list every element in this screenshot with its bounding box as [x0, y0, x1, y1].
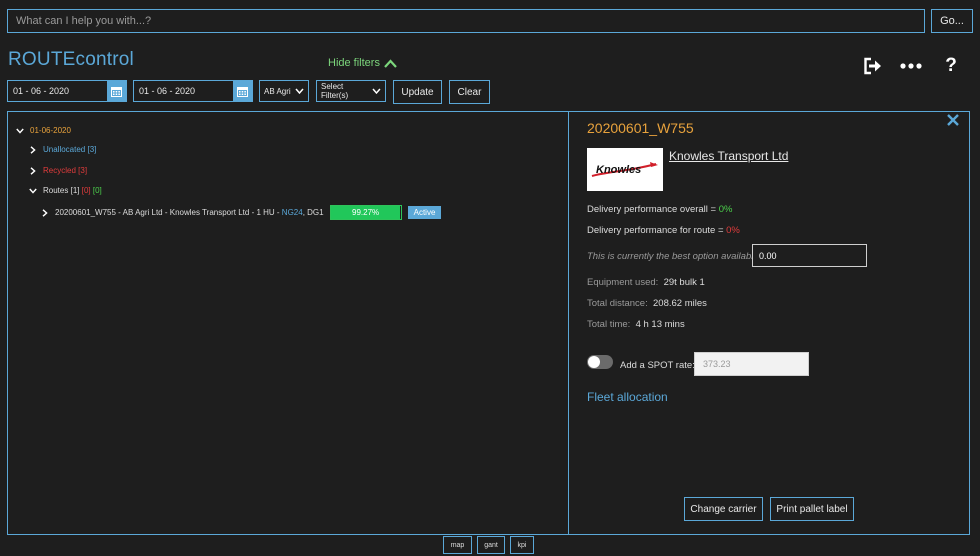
distance-value: 208.62 miles — [653, 298, 707, 309]
clear-button[interactable]: Clear — [449, 80, 490, 104]
chevron-down-icon — [16, 128, 24, 134]
time-row: Total time: 4 h 13 mins — [587, 319, 685, 330]
route-detail-title: 20200601_W755 — [587, 120, 694, 136]
go-button[interactable]: Go... — [931, 9, 973, 33]
toggle-knob — [588, 356, 600, 368]
company-select[interactable]: AB Agri — [259, 80, 309, 102]
tree-recycled-node[interactable]: Recycled [3] — [29, 166, 87, 175]
time-value: 4 h 13 mins — [635, 319, 685, 330]
date-from-field[interactable]: 01 - 06 - 2020 — [7, 80, 127, 102]
route-tree-panel: 01-06-2020 Unallocated [3] Recycled [3] … — [7, 111, 569, 535]
equipment-row: Equipment used: 29t bulk 1 — [587, 277, 705, 288]
logout-icon[interactable] — [862, 56, 884, 76]
best-option-input[interactable]: 0.00 — [752, 244, 867, 267]
change-carrier-button[interactable]: Change carrier — [684, 497, 763, 521]
carrier-logo: Knowles — [587, 148, 663, 191]
chevron-down-icon — [372, 88, 381, 94]
filter-select[interactable]: Select Filter(s) — [316, 80, 386, 102]
update-button[interactable]: Update — [393, 80, 442, 104]
date-to-value: 01 - 06 - 2020 — [139, 86, 196, 96]
route-item-suffix: , DG1 — [302, 208, 324, 217]
company-select-value: AB Agri — [264, 86, 291, 96]
tree-date-node[interactable]: 01-06-2020 — [16, 126, 71, 135]
chevron-right-icon — [42, 208, 48, 217]
date-to-field[interactable]: 01 - 06 - 2020 — [133, 80, 253, 102]
date-from-value: 01 - 06 - 2020 — [13, 86, 70, 96]
fleet-allocation-link[interactable]: Fleet allocation — [587, 390, 668, 404]
perf-overall-value: 0% — [718, 204, 733, 215]
hide-filters-label: Hide filters — [328, 57, 380, 69]
tree-route-item[interactable]: 20200601_W755 - AB Agri Ltd - Knowles Tr… — [41, 205, 442, 220]
time-label: Total time: — [587, 319, 631, 330]
equipment-value: 29t bulk 1 — [663, 277, 705, 288]
tree-routes-label: Routes — [43, 186, 69, 195]
help-icon[interactable]: ? — [940, 55, 962, 76]
perf-overall-label: Delivery performance overall = — [587, 204, 717, 215]
app-title: ROUTEcontrol — [8, 49, 134, 70]
route-progress-label: 99.27% — [352, 208, 380, 217]
chevron-down-icon — [29, 188, 37, 194]
carrier-name-link[interactable]: Knowles Transport Ltd — [669, 149, 788, 163]
perf-route-value: 0% — [726, 225, 740, 236]
chevron-right-icon — [30, 145, 36, 154]
tree-date-label: 01-06-2020 — [30, 126, 71, 135]
tree-unallocated-count: [3] — [87, 145, 97, 154]
tree-routes-count-total: [1] — [70, 186, 80, 195]
tree-routes-node[interactable]: Routes [1] [0] [0] — [29, 186, 102, 195]
tab-gant[interactable]: gant — [477, 536, 505, 554]
more-icon[interactable] — [900, 56, 922, 76]
distance-label: Total distance: — [587, 298, 648, 309]
spot-rate-toggle[interactable] — [587, 355, 613, 369]
tree-recycled-label: Recycled — [43, 166, 76, 175]
filter-select-value: Select Filter(s) — [321, 82, 349, 100]
perf-route-label: Delivery performance for route = — [587, 225, 724, 236]
perf-route-row: Delivery performance for route = 0% — [587, 225, 740, 236]
tree-unallocated-label: Unallocated — [43, 145, 86, 154]
tab-kpi[interactable]: kpi — [510, 536, 534, 554]
route-status-badge: Active — [407, 206, 442, 219]
equipment-label: Equipment used: — [587, 277, 659, 288]
print-pallet-label-button[interactable]: Print pallet label — [770, 497, 854, 521]
tab-map[interactable]: map — [443, 536, 472, 554]
tree-unallocated-node[interactable]: Unallocated [3] — [29, 145, 96, 154]
chevron-right-icon — [30, 166, 36, 175]
route-item-postcode: NG24 — [281, 208, 303, 217]
calendar-icon[interactable] — [107, 81, 126, 101]
spot-rate-input[interactable]: 373.23 — [694, 352, 809, 376]
route-item-text: 20200601_W755 - AB Agri Ltd - Knowles Tr… — [55, 208, 280, 217]
perf-overall-row: Delivery performance overall = 0% — [587, 204, 732, 215]
carrier-logo-text: Knowles — [596, 164, 641, 176]
close-icon[interactable] — [946, 113, 960, 127]
tree-routes-count-red: [0] — [81, 186, 91, 195]
best-option-text: This is currently the best option availa… — [587, 251, 759, 262]
spot-rate-label: Add a SPOT rate: — [620, 360, 695, 371]
tree-recycled-count: [3] — [78, 166, 88, 175]
tree-routes-count-green: [0] — [92, 186, 102, 195]
hide-filters-toggle[interactable]: Hide filters — [328, 57, 397, 69]
calendar-icon[interactable] — [233, 81, 252, 101]
chevron-down-icon — [295, 88, 304, 94]
chevron-up-icon — [384, 58, 397, 68]
distance-row: Total distance: 208.62 miles — [587, 298, 707, 309]
route-progress-bar: 99.27% — [329, 205, 402, 220]
search-input[interactable] — [7, 9, 925, 33]
